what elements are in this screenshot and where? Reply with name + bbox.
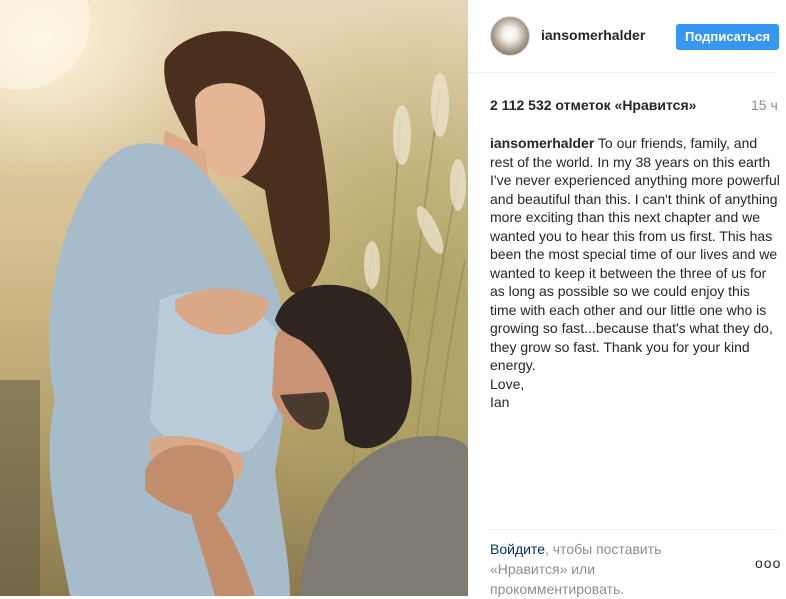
post-time[interactable]: 15 ч xyxy=(751,97,778,113)
post-caption: iansomerhalder To our friends, family, a… xyxy=(490,134,780,412)
instagram-post: iansomerhalder Подписаться 2 112 532 отм… xyxy=(0,0,786,599)
post-sidebar: iansomerhalder Подписаться 2 112 532 отм… xyxy=(468,0,786,599)
header-username[interactable]: iansomerhalder xyxy=(541,27,645,43)
likes-count[interactable]: 2 112 532 отметок «Нравится» xyxy=(490,97,696,113)
login-prompt: Войдите, чтобы поставить «Нравится» или … xyxy=(490,539,700,599)
caption-username[interactable]: iansomerhalder xyxy=(490,135,594,151)
avatar-image[interactable] xyxy=(490,16,530,56)
post-photo[interactable] xyxy=(0,0,468,596)
photo-illustration xyxy=(0,0,468,596)
post-header: iansomerhalder Подписаться xyxy=(468,0,779,73)
footer-divider xyxy=(490,529,778,530)
caption-text: To our friends, family, and rest of the … xyxy=(490,135,780,410)
follow-button[interactable]: Подписаться xyxy=(676,24,779,50)
login-link[interactable]: Войдите xyxy=(490,541,545,557)
more-options-icon[interactable]: ooo xyxy=(755,555,781,571)
